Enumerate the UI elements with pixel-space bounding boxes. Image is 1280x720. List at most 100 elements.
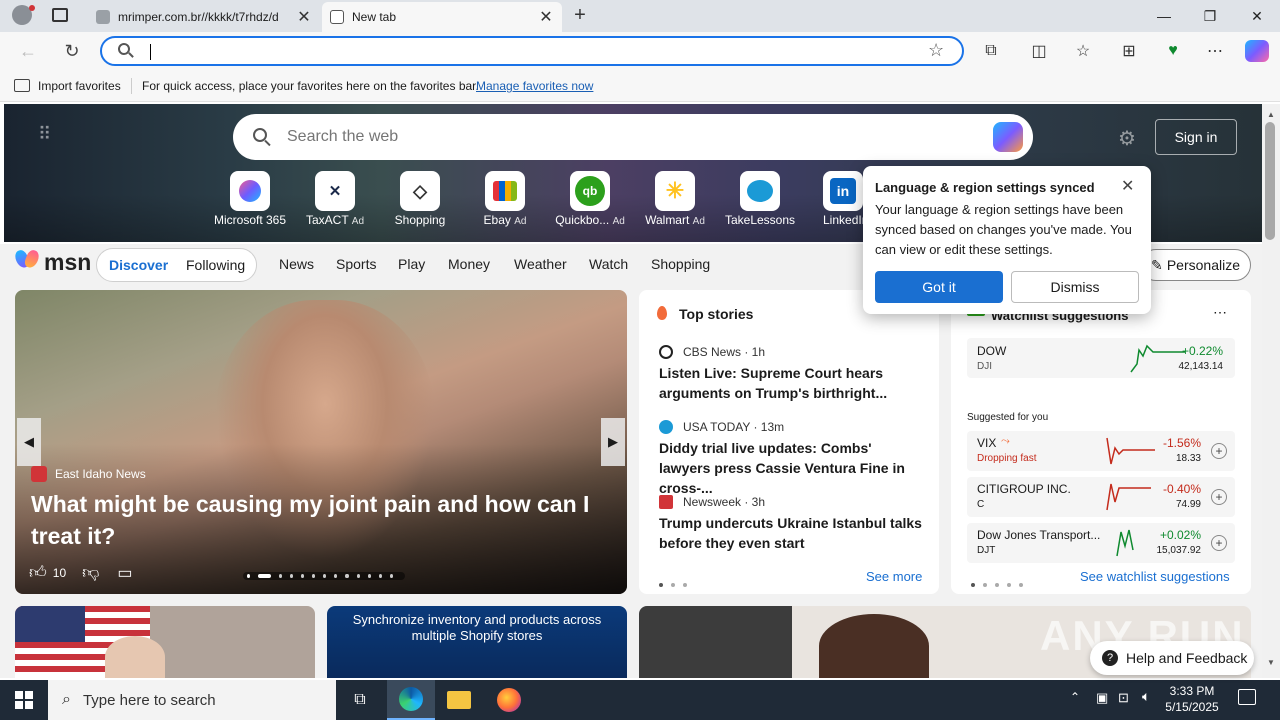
collections-icon[interactable]: ⊞ bbox=[1114, 38, 1144, 64]
close-tab-icon[interactable]: ✕ bbox=[296, 7, 312, 27]
network-icon[interactable]: ⊡ bbox=[1118, 690, 1129, 706]
system-tray-icon[interactable]: ▣ bbox=[1096, 690, 1108, 706]
web-search-box[interactable] bbox=[233, 114, 1033, 160]
got-it-button[interactable]: Got it bbox=[875, 271, 1003, 303]
story-title[interactable]: Diddy trial live updates: Combs' lawyers… bbox=[659, 438, 924, 498]
refresh-icon[interactable]: ↻ bbox=[58, 38, 86, 64]
minimize-icon[interactable]: — bbox=[1141, 0, 1187, 32]
carousel-prev-button[interactable]: ◀ bbox=[17, 418, 41, 466]
new-tab-icon[interactable]: + bbox=[570, 4, 590, 28]
quicklink-linkedin[interactable]: in LinkedIn bbox=[803, 171, 863, 227]
scrollbar-thumb[interactable] bbox=[1265, 122, 1275, 240]
story-item[interactable]: USA TODAY · 13m Diddy trial live updates… bbox=[659, 420, 924, 498]
page-settings-gear-icon[interactable]: ⚙ bbox=[1116, 126, 1138, 150]
stock-row[interactable]: Dow Jones Transport... DJT +0.02% 15,037… bbox=[967, 523, 1235, 563]
quicklink-quickbooks[interactable]: qb Quickbo... Ad bbox=[548, 171, 632, 227]
nav-weather[interactable]: Weather bbox=[514, 256, 567, 272]
feature-story-card[interactable]: ◀ ▶ East Idaho News What might be causin… bbox=[15, 290, 627, 594]
quicklink-shopping[interactable]: ◇ Shopping bbox=[378, 171, 462, 227]
nav-watch[interactable]: Watch bbox=[589, 256, 628, 272]
carousel-indicator[interactable] bbox=[243, 572, 405, 580]
volume-icon[interactable]: 🔈︎ bbox=[1142, 688, 1150, 705]
msn-butterfly-icon[interactable] bbox=[13, 248, 42, 274]
close-popup-icon[interactable]: ✕ bbox=[1121, 176, 1134, 196]
quicklink-walmart[interactable]: ✳ Walmart Ad bbox=[633, 171, 717, 227]
sign-in-button[interactable]: Sign in bbox=[1155, 119, 1237, 155]
show-hidden-icons[interactable]: ⌃ bbox=[1070, 690, 1080, 704]
dismiss-button[interactable]: Dismiss bbox=[1011, 271, 1139, 303]
dislike-icon[interactable]: 👎︎ bbox=[82, 562, 99, 583]
add-to-watchlist-icon[interactable]: + bbox=[1211, 443, 1227, 459]
favorites-icon[interactable]: ☆ bbox=[1068, 38, 1098, 64]
story-item[interactable]: Newsweek · 3h Trump undercuts Ukraine Is… bbox=[659, 495, 924, 553]
msn-logo-text[interactable]: msn bbox=[44, 249, 91, 276]
quicklink-microsoft365[interactable]: Microsoft 365 bbox=[208, 171, 292, 227]
split-screen-icon[interactable]: ◫ bbox=[1024, 38, 1054, 64]
personalize-button[interactable]: ✎ Personalize bbox=[1140, 249, 1251, 281]
like-icon[interactable]: 👍︎ bbox=[29, 562, 47, 583]
tab-actions-icon[interactable] bbox=[52, 8, 68, 22]
import-favorites-button[interactable]: Import favorites bbox=[38, 79, 121, 93]
nav-play[interactable]: Play bbox=[398, 256, 425, 272]
scroll-down-icon[interactable]: ▼ bbox=[1267, 658, 1275, 667]
close-tab-icon[interactable]: ✕ bbox=[538, 7, 554, 27]
stock-row[interactable]: DOW DJI +0.22% 42,143.14 bbox=[967, 338, 1235, 378]
firefox-icon[interactable] bbox=[485, 680, 533, 720]
taskbar-search[interactable]: ⌕ Type here to search bbox=[48, 680, 336, 720]
nav-news[interactable]: News bbox=[279, 256, 314, 272]
stock-row[interactable]: CITIGROUP INC. C -0.40% 74.99 + bbox=[967, 477, 1235, 517]
carousel-next-button[interactable]: ▶ bbox=[601, 418, 625, 466]
restore-icon[interactable]: ❐ bbox=[1187, 0, 1233, 32]
story-title[interactable]: Trump undercuts Ukraine Istanbul talks b… bbox=[659, 513, 924, 553]
scroll-up-icon[interactable]: ▲ bbox=[1267, 110, 1275, 119]
web-search-input[interactable] bbox=[287, 124, 967, 150]
copilot-icon[interactable] bbox=[1245, 40, 1269, 62]
address-bar[interactable]: ☆ bbox=[100, 36, 964, 66]
apps-grid-icon[interactable]: ⠿ bbox=[38, 124, 58, 144]
shopify-ad-card[interactable]: Synchronize inventory and products acros… bbox=[327, 606, 627, 678]
file-explorer-icon[interactable] bbox=[435, 680, 483, 720]
task-view-icon[interactable]: ⧉ bbox=[336, 680, 384, 720]
news-card-flag-image[interactable] bbox=[15, 606, 315, 678]
see-watchlist-link[interactable]: See watchlist suggestions bbox=[1080, 569, 1230, 584]
windows-start-icon[interactable] bbox=[0, 680, 48, 720]
quicklink-label: TaxACT bbox=[305, 213, 349, 227]
tab-inactive[interactable]: mrimper.com.br//kkkk/t7rhdz/d ✕ bbox=[88, 2, 320, 32]
watchlist-pager[interactable] bbox=[971, 575, 1031, 590]
stock-row[interactable]: VIX ⤳ Dropping fast -1.56% 18.33 + bbox=[967, 431, 1235, 471]
tab-discover[interactable]: Discover bbox=[109, 257, 168, 273]
tab-active[interactable]: New tab ✕ bbox=[322, 2, 562, 32]
more-options-icon[interactable]: ⋯ bbox=[1213, 304, 1227, 321]
quicklink-taxact[interactable]: ✕ TaxACT Ad bbox=[293, 171, 377, 227]
extensions-icon[interactable]: ⧉ bbox=[976, 38, 1006, 64]
quicklink-takelessons[interactable]: TakeLessons bbox=[718, 171, 802, 227]
add-to-watchlist-icon[interactable]: + bbox=[1211, 535, 1227, 551]
feature-headline[interactable]: What might be causing my joint pain and … bbox=[31, 488, 611, 552]
nav-sports[interactable]: Sports bbox=[336, 256, 376, 272]
help-feedback-button[interactable]: ? Help and Feedback bbox=[1090, 641, 1254, 675]
nav-shopping[interactable]: Shopping bbox=[651, 256, 710, 272]
story-title[interactable]: Listen Live: Supreme Court hears argumen… bbox=[659, 363, 924, 403]
top-stories-pager[interactable] bbox=[659, 575, 695, 590]
story-item[interactable]: CBS News · 1h Listen Live: Supreme Court… bbox=[659, 345, 924, 403]
cbs-news-icon bbox=[659, 345, 673, 359]
close-window-icon[interactable]: ✕ bbox=[1234, 0, 1280, 32]
see-more-link[interactable]: See more bbox=[866, 569, 922, 584]
comment-icon[interactable]: ▭ bbox=[117, 563, 132, 583]
favorite-star-icon[interactable]: ☆ bbox=[928, 40, 944, 61]
add-to-watchlist-icon[interactable]: + bbox=[1211, 489, 1227, 505]
tab-following[interactable]: Following bbox=[186, 257, 245, 273]
quicklink-ebay[interactable]: Ebay Ad bbox=[463, 171, 547, 227]
feature-source[interactable]: East Idaho News bbox=[31, 466, 146, 482]
page-scrollbar[interactable]: ▲ ▼ bbox=[1262, 104, 1280, 678]
copilot-icon[interactable] bbox=[993, 122, 1023, 152]
manage-favorites-link[interactable]: Manage favorites now bbox=[476, 79, 593, 93]
edge-taskbar-icon[interactable] bbox=[387, 680, 435, 720]
stock-ticker: DJI bbox=[977, 361, 992, 372]
taskbar-clock[interactable]: 3:33 PM 5/15/2025 bbox=[1160, 683, 1224, 715]
back-icon[interactable]: ← bbox=[14, 38, 42, 64]
settings-more-icon[interactable]: ⋯ bbox=[1200, 38, 1230, 64]
nav-money[interactable]: Money bbox=[448, 256, 490, 272]
performance-icon[interactable]: ♥ bbox=[1158, 38, 1188, 64]
notifications-icon[interactable] bbox=[1238, 689, 1256, 705]
